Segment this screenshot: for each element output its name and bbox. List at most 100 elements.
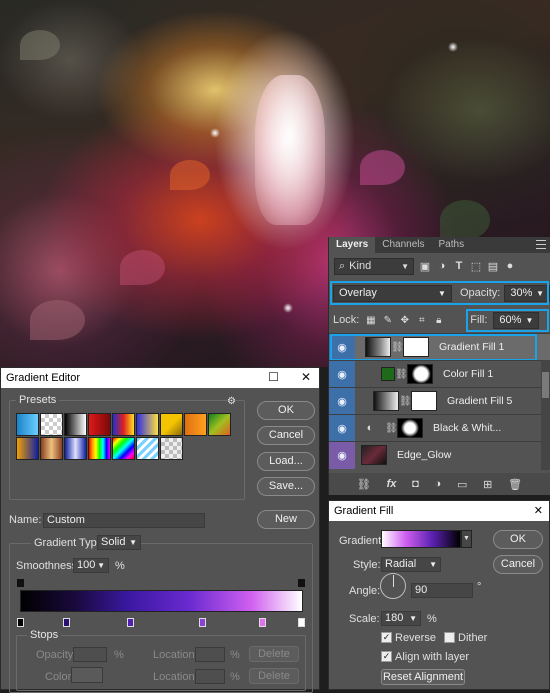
maximize-icon[interactable]: ☐ [268, 370, 279, 384]
scrollbar-thumb[interactable] [542, 372, 549, 398]
gradient-preset[interactable] [88, 437, 111, 460]
angle-input[interactable]: 90 [411, 583, 473, 598]
fx-icon[interactable]: fx [387, 478, 397, 490]
visibility-eye-icon[interactable]: ◉ [329, 387, 355, 415]
gradient-preset[interactable] [40, 413, 63, 436]
gradient-type-select[interactable]: Solid ▼ [97, 535, 141, 550]
gradient-preset[interactable] [160, 437, 183, 460]
close-icon[interactable]: ✕ [301, 370, 311, 384]
new-layer-icon[interactable]: ⊞ [483, 478, 492, 491]
gradient-ramp[interactable] [20, 590, 303, 612]
type-filter-icon[interactable]: T [453, 260, 465, 272]
lock-transparent-icon[interactable]: ▦ [365, 315, 376, 326]
link-layers-icon[interactable]: ⛓ [357, 478, 371, 491]
stop-location-unit: % [230, 649, 240, 661]
chevron-down-icon: ▼ [401, 261, 409, 271]
layers-scrollbar[interactable] [541, 360, 550, 470]
gradient-picker[interactable] [381, 530, 461, 548]
stop-location-input[interactable] [195, 647, 225, 662]
delete-layer-icon[interactable]: 🗑︎ [508, 478, 522, 491]
new-adjustment-icon[interactable]: ◑ [435, 478, 442, 490]
layer-row[interactable]: ◉ Edge_Glow [329, 441, 550, 469]
opacity-stop[interactable] [17, 579, 24, 587]
cancel-button[interactable]: Cancel [493, 555, 543, 574]
tab-layers[interactable]: Layers [329, 237, 376, 253]
color-stop[interactable] [259, 618, 266, 627]
link-chain-icon[interactable]: ⛓ [399, 396, 412, 407]
tab-channels[interactable]: Channels [375, 237, 431, 253]
tab-paths[interactable]: Paths [432, 237, 472, 253]
adjustment-layer-icon: ◐ [366, 422, 374, 434]
add-mask-icon[interactable]: ◘ [412, 478, 419, 490]
gradient-preset[interactable] [64, 437, 87, 460]
stop-color-swatch[interactable] [71, 667, 103, 683]
smart-object-filter-icon[interactable]: ▤ [487, 260, 499, 273]
smoothness-input[interactable]: 100 ▼ [73, 558, 109, 573]
color-stop[interactable] [17, 618, 24, 627]
adjustment-filter-icon[interactable]: ◑ [436, 260, 448, 272]
mask-thumbnail [397, 418, 423, 438]
gradient-preset[interactable] [16, 437, 39, 460]
shape-filter-icon[interactable]: ⬚ [470, 260, 482, 273]
color-stop[interactable] [199, 618, 206, 627]
lock-artboard-icon[interactable]: ⌗ [416, 315, 427, 326]
color-stop[interactable] [127, 618, 134, 627]
delete-opacity-stop-button[interactable]: Delete [249, 646, 299, 662]
gradient-preset[interactable] [88, 413, 111, 436]
reverse-checkbox[interactable]: ✓ [381, 632, 392, 643]
gradient-preset[interactable] [208, 413, 231, 436]
stop-color-location-input[interactable] [195, 669, 225, 684]
layer-name: Edge_Glow [397, 449, 452, 461]
cancel-button[interactable]: Cancel [257, 426, 315, 445]
layer-row[interactable]: ◉ ⛓ Gradient Fill 5 [329, 387, 550, 415]
gradient-preset[interactable] [136, 413, 159, 436]
visibility-eye-icon[interactable]: ◉ [329, 414, 355, 442]
gradient-preset[interactable] [16, 413, 39, 436]
link-chain-icon[interactable]: ⛓ [395, 369, 408, 380]
name-input[interactable]: Custom [43, 513, 205, 528]
color-stop[interactable] [63, 618, 70, 627]
opacity-stop[interactable] [298, 579, 305, 587]
filter-kind-select[interactable]: ⌕ Kind ▼ [334, 257, 414, 275]
new-group-icon[interactable]: ▭ [457, 478, 467, 491]
gradient-preset[interactable] [136, 437, 159, 460]
gradient-preset[interactable] [112, 437, 135, 460]
ok-button[interactable]: OK [257, 401, 315, 420]
gradient-preset[interactable] [112, 413, 135, 436]
reset-alignment-button[interactable]: Reset Alignment [381, 669, 465, 685]
chevron-down-icon[interactable]: ▼ [461, 530, 472, 548]
lock-all-icon[interactable]: 🔒︎ [433, 315, 444, 326]
lock-pixels-icon[interactable]: ✎ [382, 315, 393, 326]
style-value: Radial [385, 558, 417, 570]
visibility-eye-icon[interactable]: ◉ [329, 360, 355, 388]
gradient-preset[interactable] [40, 437, 63, 460]
lock-position-icon[interactable]: ✥ [399, 315, 410, 326]
layer-row[interactable]: ◉ ◐ ⛓ Black & Whit... [329, 414, 550, 442]
link-chain-icon[interactable]: ⛓ [385, 423, 398, 434]
gradient-preset[interactable] [160, 413, 183, 436]
filter-toggle-icon[interactable]: ● [504, 260, 516, 272]
scale-input[interactable]: 180 ▼ [381, 611, 421, 626]
color-stop[interactable] [298, 618, 305, 627]
dither-checkbox[interactable] [444, 632, 455, 643]
style-select[interactable]: Radial ▼ [381, 557, 441, 572]
image-filter-icon[interactable]: ▣ [419, 260, 431, 273]
close-icon[interactable]: ✕ [534, 504, 543, 517]
delete-color-stop-button[interactable]: Delete [249, 668, 299, 684]
save-button[interactable]: Save... [257, 477, 315, 496]
align-with-layer-checkbox[interactable]: ✓ [381, 651, 392, 662]
ok-button[interactable]: OK [493, 530, 543, 549]
new-button[interactable]: New [257, 510, 315, 529]
layer-row[interactable]: ◉ ⛓ Gradient Fill 1 [329, 333, 550, 361]
gradient-preset[interactable] [184, 413, 207, 436]
gear-icon[interactable]: ⚙ [227, 396, 236, 407]
angle-dial[interactable] [380, 573, 406, 599]
layer-row[interactable]: ◉ ⛓ Color Fill 1 [329, 360, 550, 388]
visibility-eye-icon[interactable]: ◉ [329, 441, 355, 469]
gradient-preset[interactable] [64, 413, 87, 436]
load-button[interactable]: Load... [257, 452, 315, 471]
panel-menu-icon[interactable] [536, 240, 546, 249]
gradient-type-value: Solid [101, 536, 126, 548]
stop-opacity-input[interactable] [73, 647, 107, 662]
dialog-title: Gradient Fill [334, 505, 394, 517]
